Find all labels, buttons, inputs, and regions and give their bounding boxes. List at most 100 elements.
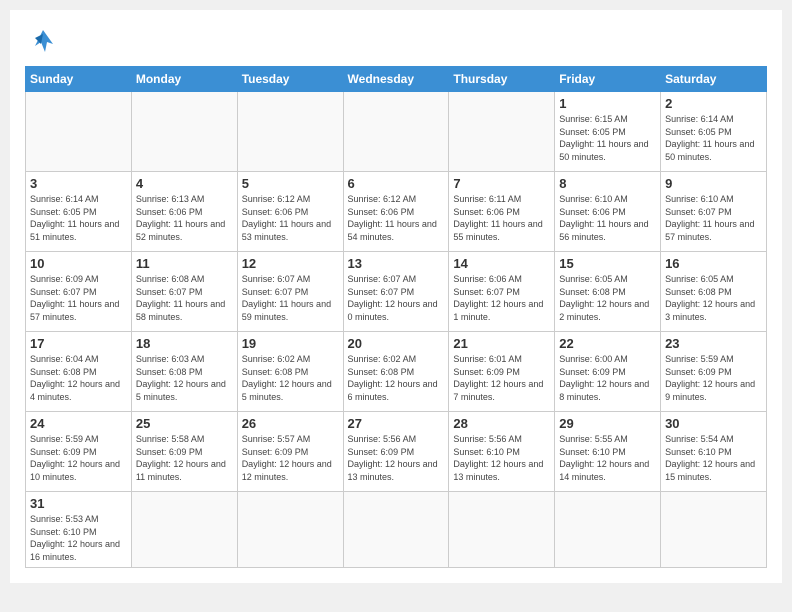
day-info: Sunrise: 6:10 AM Sunset: 6:07 PM Dayligh… <box>665 193 762 243</box>
day-number: 7 <box>453 176 550 191</box>
week-row-1: 3 Sunrise: 6:14 AM Sunset: 6:05 PM Daylig… <box>26 172 767 252</box>
day-number: 19 <box>242 336 339 351</box>
day-number: 10 <box>30 256 127 271</box>
calendar-cell: 8 Sunrise: 6:10 AM Sunset: 6:06 PM Daylig… <box>555 172 661 252</box>
calendar-cell <box>237 92 343 172</box>
day-number: 11 <box>136 256 233 271</box>
calendar-cell: 22Sunrise: 6:00 AM Sunset: 6:09 PM Dayli… <box>555 332 661 412</box>
day-number: 27 <box>348 416 445 431</box>
day-number: 8 <box>559 176 656 191</box>
day-info: Sunrise: 5:56 AM Sunset: 6:10 PM Dayligh… <box>453 433 550 483</box>
day-number: 3 <box>30 176 127 191</box>
day-info: Sunrise: 5:58 AM Sunset: 6:09 PM Dayligh… <box>136 433 233 483</box>
calendar-cell: 27 Sunrise: 5:56 AM Sunset: 6:09 PM Dayli… <box>343 412 449 492</box>
calendar-cell: 20 Sunrise: 6:02 AM Sunset: 6:08 PM Dayli… <box>343 332 449 412</box>
calendar-cell: 19 Sunrise: 6:02 AM Sunset: 6:08 PM Dayli… <box>237 332 343 412</box>
day-header-saturday: Saturday <box>661 67 767 92</box>
calendar-cell: 25 Sunrise: 5:58 AM Sunset: 6:09 PM Dayli… <box>131 412 237 492</box>
day-number: 6 <box>348 176 445 191</box>
day-info: Sunrise: 5:55 AM Sunset: 6:10 PM Dayligh… <box>559 433 656 483</box>
day-info: Sunrise: 6:05 AM Sunset: 6:08 PM Dayligh… <box>665 273 762 323</box>
day-number: 31 <box>30 496 127 511</box>
day-number: 15 <box>559 256 656 271</box>
calendar-cell: 15 Sunrise: 6:05 AM Sunset: 6:08 PM Dayli… <box>555 252 661 332</box>
day-number: 23 <box>665 336 762 351</box>
calendar-cell: 6 Sunrise: 6:12 AM Sunset: 6:06 PM Daylig… <box>343 172 449 252</box>
day-number: 1 <box>559 96 656 111</box>
day-info: Sunrise: 5:53 AM Sunset: 6:10 PM Dayligh… <box>30 513 127 563</box>
day-info: Sunrise: 6:02 AM Sunset: 6:08 PM Dayligh… <box>242 353 339 403</box>
day-number: 20 <box>348 336 445 351</box>
calendar-cell: 13Sunrise: 6:07 AM Sunset: 6:07 PM Dayli… <box>343 252 449 332</box>
day-number: 24 <box>30 416 127 431</box>
calendar-cell: 28 Sunrise: 5:56 AM Sunset: 6:10 PM Dayli… <box>449 412 555 492</box>
day-info: Sunrise: 6:10 AM Sunset: 6:06 PM Dayligh… <box>559 193 656 243</box>
day-info: Sunrise: 5:56 AM Sunset: 6:09 PM Dayligh… <box>348 433 445 483</box>
calendar-cell: 7 Sunrise: 6:11 AM Sunset: 6:06 PM Daylig… <box>449 172 555 252</box>
calendar-cell: 29Sunrise: 5:55 AM Sunset: 6:10 PM Dayli… <box>555 412 661 492</box>
day-info: Sunrise: 6:06 AM Sunset: 6:07 PM Dayligh… <box>453 273 550 323</box>
calendar-cell: 31 Sunrise: 5:53 AM Sunset: 6:10 PM Dayli… <box>26 492 132 568</box>
week-row-0: 1 Sunrise: 6:15 AM Sunset: 6:05 PM Daylig… <box>26 92 767 172</box>
calendar-cell: 16 Sunrise: 6:05 AM Sunset: 6:08 PM Dayli… <box>661 252 767 332</box>
week-row-2: 10Sunrise: 6:09 AM Sunset: 6:07 PM Dayli… <box>26 252 767 332</box>
day-info: Sunrise: 6:12 AM Sunset: 6:06 PM Dayligh… <box>348 193 445 243</box>
day-number: 16 <box>665 256 762 271</box>
calendar-cell: 14 Sunrise: 6:06 AM Sunset: 6:07 PM Dayli… <box>449 252 555 332</box>
day-number: 13 <box>348 256 445 271</box>
day-info: Sunrise: 6:15 AM Sunset: 6:05 PM Dayligh… <box>559 113 656 163</box>
day-info: Sunrise: 6:11 AM Sunset: 6:06 PM Dayligh… <box>453 193 550 243</box>
day-info: Sunrise: 6:14 AM Sunset: 6:05 PM Dayligh… <box>665 113 762 163</box>
day-info: Sunrise: 5:54 AM Sunset: 6:10 PM Dayligh… <box>665 433 762 483</box>
calendar-cell <box>343 492 449 568</box>
calendar-cell: 2 Sunrise: 6:14 AM Sunset: 6:05 PM Daylig… <box>661 92 767 172</box>
calendar-cell <box>131 92 237 172</box>
day-number: 21 <box>453 336 550 351</box>
day-info: Sunrise: 6:00 AM Sunset: 6:09 PM Dayligh… <box>559 353 656 403</box>
day-info: Sunrise: 5:57 AM Sunset: 6:09 PM Dayligh… <box>242 433 339 483</box>
day-info: Sunrise: 5:59 AM Sunset: 6:09 PM Dayligh… <box>665 353 762 403</box>
calendar-cell: 21 Sunrise: 6:01 AM Sunset: 6:09 PM Dayli… <box>449 332 555 412</box>
calendar-cell <box>449 492 555 568</box>
calendar-cell: 24Sunrise: 5:59 AM Sunset: 6:09 PM Dayli… <box>26 412 132 492</box>
day-header-wednesday: Wednesday <box>343 67 449 92</box>
day-number: 25 <box>136 416 233 431</box>
calendar-cell: 3 Sunrise: 6:14 AM Sunset: 6:05 PM Daylig… <box>26 172 132 252</box>
calendar-cell: 10Sunrise: 6:09 AM Sunset: 6:07 PM Dayli… <box>26 252 132 332</box>
calendar-cell: 1 Sunrise: 6:15 AM Sunset: 6:05 PM Daylig… <box>555 92 661 172</box>
calendar-cell <box>555 492 661 568</box>
day-info: Sunrise: 6:12 AM Sunset: 6:06 PM Dayligh… <box>242 193 339 243</box>
day-number: 28 <box>453 416 550 431</box>
day-info: Sunrise: 6:07 AM Sunset: 6:07 PM Dayligh… <box>242 273 339 323</box>
day-number: 2 <box>665 96 762 111</box>
calendar-cell: 17Sunrise: 6:04 AM Sunset: 6:08 PM Dayli… <box>26 332 132 412</box>
day-info: Sunrise: 6:05 AM Sunset: 6:08 PM Dayligh… <box>559 273 656 323</box>
calendar-cell: 12Sunrise: 6:07 AM Sunset: 6:07 PM Dayli… <box>237 252 343 332</box>
calendar-cell: 4 Sunrise: 6:13 AM Sunset: 6:06 PM Daylig… <box>131 172 237 252</box>
day-number: 30 <box>665 416 762 431</box>
calendar-cell <box>343 92 449 172</box>
calendar-container: SundayMondayTuesdayWednesdayThursdayFrid… <box>10 10 782 583</box>
day-header-tuesday: Tuesday <box>237 67 343 92</box>
calendar-cell <box>26 92 132 172</box>
days-header-row: SundayMondayTuesdayWednesdayThursdayFrid… <box>26 67 767 92</box>
day-info: Sunrise: 6:08 AM Sunset: 6:07 PM Dayligh… <box>136 273 233 323</box>
calendar-cell <box>661 492 767 568</box>
day-info: Sunrise: 6:02 AM Sunset: 6:08 PM Dayligh… <box>348 353 445 403</box>
day-number: 14 <box>453 256 550 271</box>
calendar-cell: 9Sunrise: 6:10 AM Sunset: 6:07 PM Daylig… <box>661 172 767 252</box>
day-number: 4 <box>136 176 233 191</box>
logo <box>25 24 65 60</box>
calendar-cell: 26Sunrise: 5:57 AM Sunset: 6:09 PM Dayli… <box>237 412 343 492</box>
day-info: Sunrise: 6:01 AM Sunset: 6:09 PM Dayligh… <box>453 353 550 403</box>
calendar-cell: 30 Sunrise: 5:54 AM Sunset: 6:10 PM Dayli… <box>661 412 767 492</box>
day-header-sunday: Sunday <box>26 67 132 92</box>
day-header-friday: Friday <box>555 67 661 92</box>
calendar-cell: 11 Sunrise: 6:08 AM Sunset: 6:07 PM Dayli… <box>131 252 237 332</box>
day-number: 17 <box>30 336 127 351</box>
calendar-table: SundayMondayTuesdayWednesdayThursdayFrid… <box>25 66 767 568</box>
day-info: Sunrise: 6:03 AM Sunset: 6:08 PM Dayligh… <box>136 353 233 403</box>
day-info: Sunrise: 6:14 AM Sunset: 6:05 PM Dayligh… <box>30 193 127 243</box>
day-info: Sunrise: 6:13 AM Sunset: 6:06 PM Dayligh… <box>136 193 233 243</box>
calendar-cell <box>131 492 237 568</box>
